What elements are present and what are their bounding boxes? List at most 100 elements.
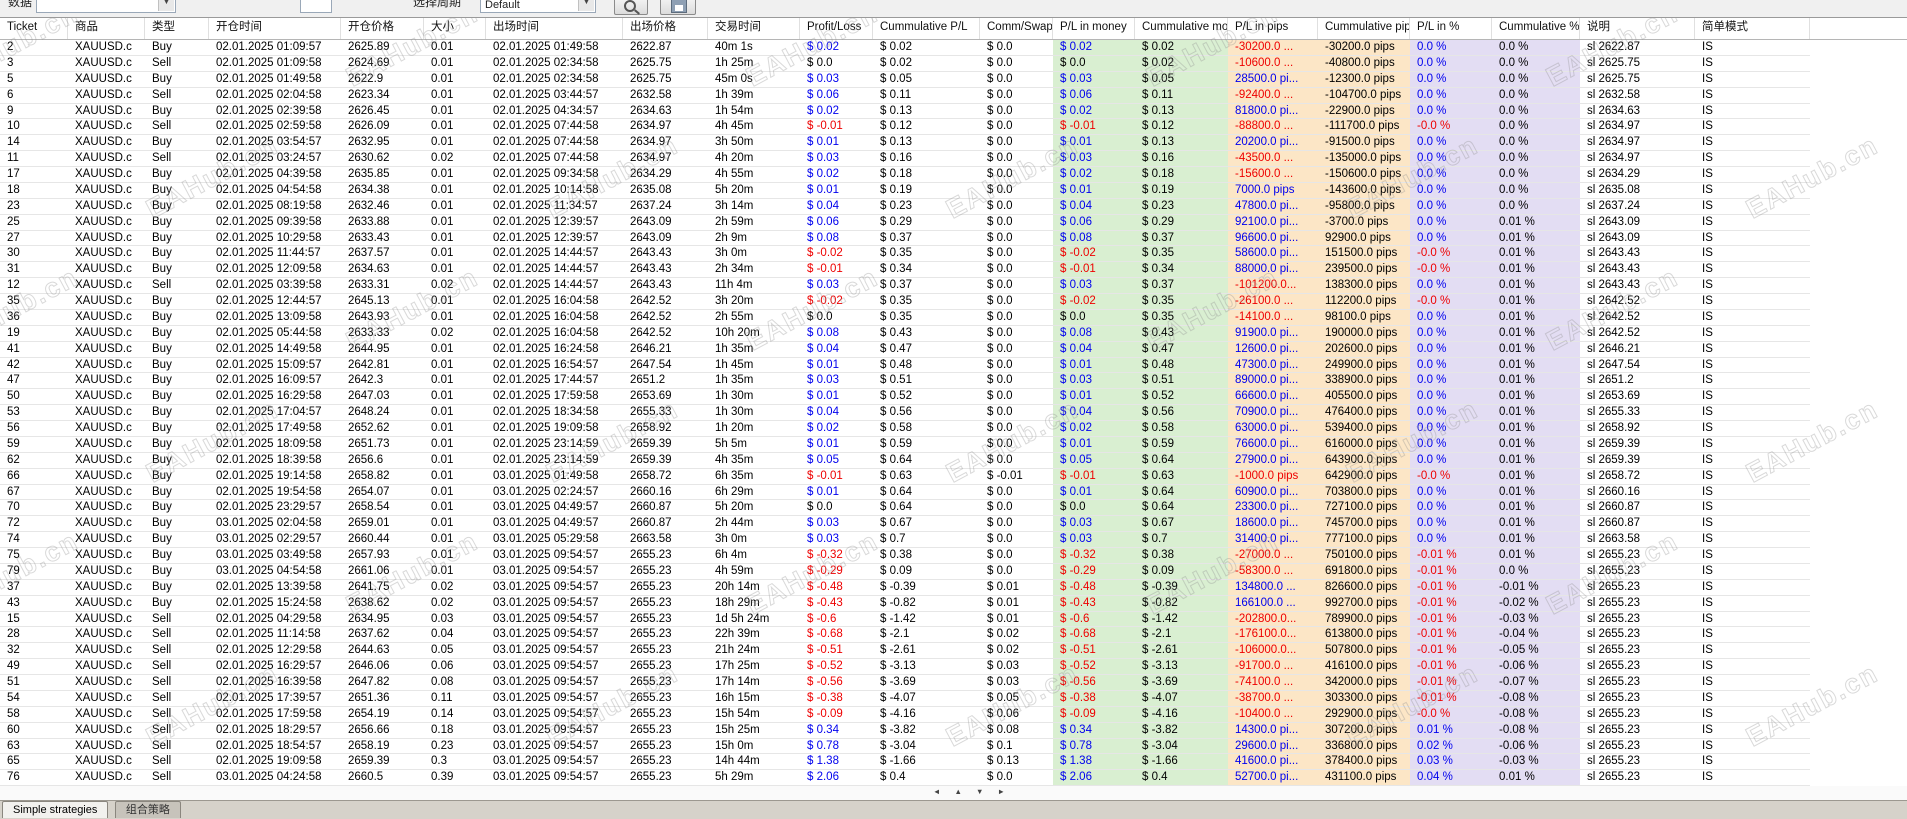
column-header-close-time[interactable]: 出场时间 (486, 17, 623, 39)
table-row[interactable]: 11 XAUUSD.c Sell 02.01.2025 03:24:57 2630.62… (0, 151, 1810, 167)
cell-profit-loss: $ -0.09 (800, 707, 873, 723)
table-row[interactable]: 41 XAUUSD.c Buy 02.01.2025 14:49:58 2644.95 0… (0, 341, 1810, 358)
table-row[interactable]: 67 XAUUSD.c Buy 02.01.2025 19:54:58 2654.07 0… (0, 484, 1810, 501)
cell-open-time: 03.01.2025 03:49:58 (209, 548, 341, 564)
data-select[interactable]: ▼ (36, 0, 176, 13)
column-header-open-price[interactable]: 开仓价格 (341, 17, 424, 39)
table-row[interactable]: 60 XAUUSD.c Sell 02.01.2025 18:29:57 2656.66… (0, 722, 1810, 739)
column-header-profit-loss[interactable]: Profit/Loss (800, 17, 873, 39)
table-row[interactable]: 54 XAUUSD.c Sell 02.01.2025 17:39:57 2651.36… (0, 690, 1810, 707)
table-row[interactable]: 58 XAUUSD.c Sell 02.01.2025 17:59:58 2654.19… (0, 706, 1810, 723)
table-row[interactable]: 30 XAUUSD.c Buy 02.01.2025 11:44:57 2637.57 0… (0, 246, 1810, 263)
cell-type: Buy (145, 485, 209, 501)
column-header-pl-money[interactable]: P/L in money (1053, 17, 1135, 39)
cell-comm-swap: $ 0.0 (980, 770, 1053, 787)
table-row[interactable]: 56 XAUUSD.c Buy 02.01.2025 17:49:58 2652.62 0… (0, 421, 1810, 437)
table-row[interactable]: 51 XAUUSD.c Sell 02.01.2025 16:39:58 2647.82… (0, 675, 1810, 691)
table-row[interactable]: 23 XAUUSD.c Buy 02.01.2025 08:19:58 2632.46 0… (0, 198, 1810, 215)
cell-comment: sl 2663.58 (1580, 532, 1695, 548)
table-row[interactable]: 14 XAUUSD.c Buy 02.01.2025 03:54:57 2632.95 0… (0, 135, 1810, 152)
cell-cum-pct: 0.0 % (1492, 40, 1580, 56)
scroll-arrows-icon[interactable]: ◄ ▲ ▼ ► (933, 787, 1011, 796)
table-row[interactable]: 27 XAUUSD.c Buy 02.01.2025 10:29:58 2633.43 0… (0, 230, 1810, 247)
column-header-pl-pct[interactable]: P/L in % (1410, 17, 1492, 39)
cell-mode: IS (1695, 564, 1810, 580)
column-header-pl-pips[interactable]: P/L in pips (1228, 17, 1318, 39)
column-header-cum-pl[interactable]: Cummulative P/L (873, 17, 980, 39)
column-header-cum-money[interactable]: Cummulative mo... (1135, 17, 1228, 39)
table-row[interactable]: 6 XAUUSD.c Sell 02.01.2025 02:04:58 2623.34 0… (0, 87, 1810, 104)
cell-size: 0.01 (424, 469, 486, 485)
tab-simple-strategies[interactable]: Simple strategies (2, 801, 109, 818)
column-header-symbol[interactable]: 商品 (68, 17, 145, 39)
table-row[interactable]: 37 XAUUSD.c Buy 02.01.2025 13:39:58 2641.75 0… (0, 579, 1810, 596)
table-row[interactable]: 5 XAUUSD.c Buy 02.01.2025 01:49:58 2622.9 0.0… (0, 71, 1810, 88)
table-row[interactable]: 9 XAUUSD.c Buy 02.01.2025 02:39:58 2626.45 0.… (0, 103, 1810, 120)
table-row[interactable]: 35 XAUUSD.c Buy 02.01.2025 12:44:57 2645.13 0… (0, 294, 1810, 310)
table-row[interactable]: 28 XAUUSD.c Sell 02.01.2025 11:14:58 2637.62… (0, 627, 1810, 644)
column-header-size[interactable]: 大小 (424, 17, 486, 39)
tab-combo-strategies[interactable]: 组合策略 (114, 801, 181, 818)
table-row[interactable]: 25 XAUUSD.c Buy 02.01.2025 09:39:58 2633.88 0… (0, 214, 1810, 231)
table-row[interactable]: 36 XAUUSD.c Buy 02.01.2025 13:09:58 2643.93 0… (0, 309, 1810, 326)
cell-close-price: 2655.23 (623, 770, 708, 787)
table-row[interactable]: 10 XAUUSD.c Sell 02.01.2025 02:59:58 2626.09… (0, 119, 1810, 136)
table-row[interactable]: 12 XAUUSD.c Sell 02.01.2025 03:39:58 2633.31… (0, 278, 1810, 294)
cell-pl-pips: -91700.0 ... (1228, 659, 1318, 675)
table-row[interactable]: 42 XAUUSD.c Buy 02.01.2025 15:09:57 2642.81 0… (0, 357, 1810, 374)
column-header-ticket[interactable]: Ticket (0, 17, 68, 39)
cell-symbol: XAUUSD.c (68, 72, 145, 88)
table-row[interactable]: 49 XAUUSD.c Sell 02.01.2025 16:29:57 2646.06… (0, 659, 1810, 675)
cell-mode: IS (1695, 294, 1810, 310)
period-select[interactable]: Default ▼ (480, 0, 596, 13)
table-row[interactable]: 72 XAUUSD.c Buy 03.01.2025 02:04:58 2659.01 0… (0, 516, 1810, 533)
column-header-duration[interactable]: 交易时间 (708, 17, 800, 39)
size-stepper[interactable] (300, 0, 332, 13)
cell-type: Sell (145, 739, 209, 755)
table-row[interactable]: 74 XAUUSD.c Buy 03.01.2025 02:29:57 2660.44 0… (0, 532, 1810, 548)
cell-close-price: 2655.23 (623, 612, 708, 628)
cell-pl-money: $ -0.32 (1053, 548, 1135, 564)
table-row[interactable]: 17 XAUUSD.c Buy 02.01.2025 04:39:58 2635.85 0… (0, 167, 1810, 183)
table-row[interactable]: 32 XAUUSD.c Sell 02.01.2025 12:29:58 2644.63… (0, 643, 1810, 660)
cell-cum-pl: $ 0.63 (873, 469, 980, 485)
table-row[interactable]: 43 XAUUSD.c Buy 02.01.2025 15:24:58 2638.62 0… (0, 595, 1810, 612)
table-row[interactable]: 31 XAUUSD.c Buy 02.01.2025 12:09:58 2634.63 0… (0, 262, 1810, 279)
table-row[interactable]: 18 XAUUSD.c Buy 02.01.2025 04:54:58 2634.38 0… (0, 182, 1810, 199)
cell-cum-pips: 151500.0 pips (1318, 246, 1410, 263)
column-header-type[interactable]: 类型 (145, 17, 209, 39)
cell-cum-money: $ -2.61 (1135, 643, 1228, 660)
cell-size: 0.04 (424, 627, 486, 644)
cell-ticket: 23 (0, 199, 68, 215)
cell-symbol: XAUUSD.c (68, 453, 145, 469)
search-button[interactable] (614, 0, 648, 15)
table-row[interactable]: 3 XAUUSD.c Sell 02.01.2025 01:09:58 2624.69 0… (0, 55, 1810, 72)
table-row[interactable]: 63 XAUUSD.c Sell 02.01.2025 18:54:57 2658.19… (0, 738, 1810, 755)
cell-comm-swap: $ 0.0 (980, 453, 1053, 469)
column-header-comm-swap[interactable]: Comm/Swap (980, 17, 1053, 39)
table-row[interactable]: 70 XAUUSD.c Buy 02.01.2025 23:29:57 2658.54 0… (0, 500, 1810, 517)
cell-close-time: 02.01.2025 04:34:57 (486, 104, 623, 120)
table-row[interactable]: 19 XAUUSD.c Buy 02.01.2025 05:44:58 2633.33 0… (0, 325, 1810, 342)
table-row[interactable]: 76 XAUUSD.c Sell 03.01.2025 04:24:58 2660.5 0… (0, 770, 1810, 787)
table-row[interactable]: 59 XAUUSD.c Buy 02.01.2025 18:09:58 2651.73 0… (0, 436, 1810, 453)
column-header-open-time[interactable]: 开仓时间 (209, 17, 341, 39)
column-header-mode[interactable]: 简单模式 (1695, 17, 1810, 39)
table-row[interactable]: 2 XAUUSD.c Buy 02.01.2025 01:09:57 2625.89 0.… (0, 40, 1810, 56)
table-row[interactable]: 53 XAUUSD.c Buy 02.01.2025 17:04:57 2648.24 0… (0, 405, 1810, 421)
column-header-cum-pct[interactable]: Cummulative % ... (1492, 17, 1580, 39)
table-row[interactable]: 15 XAUUSD.c Sell 02.01.2025 04:29:58 2634.95… (0, 611, 1810, 628)
table-row[interactable]: 62 XAUUSD.c Buy 02.01.2025 18:39:58 2656.6 0.… (0, 452, 1810, 469)
table-row[interactable]: 79 XAUUSD.c Buy 03.01.2025 04:54:58 2661.06 0… (0, 563, 1810, 580)
save-button[interactable] (660, 0, 696, 15)
table-row[interactable]: 50 XAUUSD.c Buy 02.01.2025 16:29:58 2647.03 0… (0, 389, 1810, 406)
table-row[interactable]: 65 XAUUSD.c Sell 02.01.2025 19:09:58 2659.39… (0, 754, 1810, 771)
column-header-cum-pips[interactable]: Cummulative pip... (1318, 17, 1410, 39)
table-row[interactable]: 66 XAUUSD.c Buy 02.01.2025 19:14:58 2658.82 0… (0, 468, 1810, 485)
column-header-comment[interactable]: 说明 (1580, 17, 1695, 39)
column-header-close-price[interactable]: 出场价格 (623, 17, 708, 39)
cell-symbol: XAUUSD.c (68, 262, 145, 279)
table-row[interactable]: 75 XAUUSD.c Buy 03.01.2025 03:49:58 2657.93 0… (0, 548, 1810, 564)
table-row[interactable]: 47 XAUUSD.c Buy 02.01.2025 16:09:57 2642.3 0.… (0, 373, 1810, 390)
scroll-strip[interactable]: ◄ ▲ ▼ ► (0, 786, 1907, 800)
